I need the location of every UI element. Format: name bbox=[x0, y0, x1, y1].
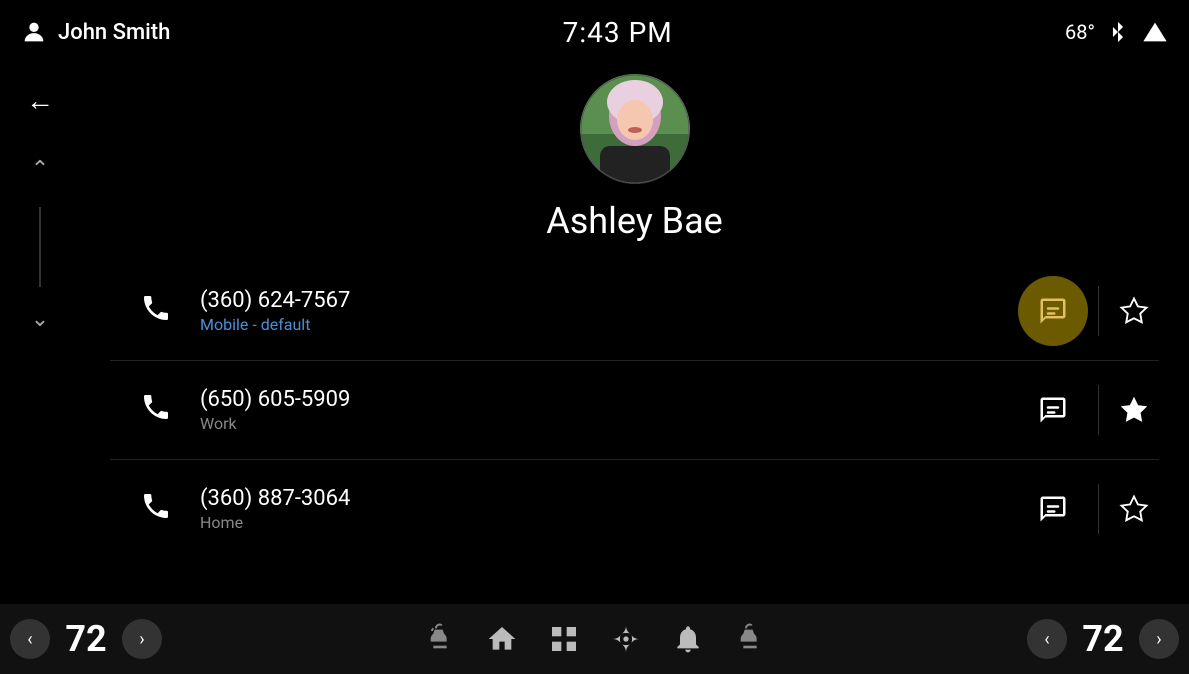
temperature-display: 68° bbox=[1065, 20, 1095, 44]
fan-icon[interactable] bbox=[610, 623, 642, 655]
status-bar: John Smith 7:43 PM 68° bbox=[0, 0, 1189, 64]
status-left: John Smith bbox=[20, 18, 170, 46]
right-temp-decrease[interactable]: ‹ bbox=[1027, 619, 1067, 659]
phone-label-3: Home bbox=[200, 513, 998, 532]
phone-details-2: (650) 605-5909 Work bbox=[200, 387, 998, 433]
home-icon[interactable] bbox=[486, 623, 518, 655]
phone-number-3[interactable]: (360) 887-3064 bbox=[200, 486, 998, 511]
favorite-button-3[interactable] bbox=[1109, 484, 1159, 534]
notification-bell-icon[interactable] bbox=[672, 623, 704, 655]
signal-icon bbox=[1141, 18, 1169, 46]
bluetooth-icon bbox=[1107, 18, 1129, 46]
apps-grid-icon[interactable] bbox=[548, 623, 580, 655]
phone-number-2[interactable]: (650) 605-5909 bbox=[200, 387, 998, 412]
phone-label-1: Mobile - default bbox=[200, 315, 998, 334]
contact-avatar bbox=[580, 74, 690, 184]
phone-icon-2 bbox=[140, 391, 180, 430]
seat-heat-left-icon[interactable] bbox=[424, 623, 456, 655]
back-button[interactable]: ← bbox=[26, 84, 54, 117]
phone-actions-2 bbox=[1018, 375, 1159, 445]
bottom-center-icons bbox=[424, 623, 766, 655]
contact-area: Ashley Bae (360) 624-7567 Mobile - defau… bbox=[80, 64, 1189, 604]
message-button-2[interactable] bbox=[1018, 375, 1088, 445]
left-panel: ← ⌃ ⌄ bbox=[0, 64, 80, 604]
left-temp-control: ‹ 72 › bbox=[10, 618, 162, 660]
phone-details-1: (360) 624-7567 Mobile - default bbox=[200, 288, 998, 334]
phone-icon-3 bbox=[140, 490, 180, 529]
divider-1 bbox=[1098, 286, 1099, 336]
left-temp-decrease[interactable]: ‹ bbox=[10, 619, 50, 659]
left-divider bbox=[39, 207, 41, 287]
scroll-up-button[interactable]: ⌃ bbox=[31, 157, 49, 182]
right-temp-control: ‹ 72 › bbox=[1027, 618, 1179, 660]
bottom-bar: ‹ 72 › bbox=[0, 604, 1189, 674]
scroll-down-button[interactable]: ⌄ bbox=[31, 307, 49, 332]
phone-icon-1 bbox=[140, 292, 180, 331]
message-button-3[interactable] bbox=[1018, 474, 1088, 544]
divider-2 bbox=[1098, 385, 1099, 435]
favorite-button-2[interactable] bbox=[1109, 385, 1159, 435]
phone-label-2: Work bbox=[200, 414, 998, 433]
right-temp-increase[interactable]: › bbox=[1139, 619, 1179, 659]
seat-heat-right-icon[interactable] bbox=[734, 623, 766, 655]
divider-3 bbox=[1098, 484, 1099, 534]
left-temp-value: 72 bbox=[56, 618, 116, 660]
favorite-button-1[interactable] bbox=[1109, 286, 1159, 336]
clock: 7:43 PM bbox=[563, 16, 673, 49]
user-name: John Smith bbox=[58, 20, 170, 45]
contact-name: Ashley Bae bbox=[546, 200, 723, 242]
message-button-1[interactable] bbox=[1018, 276, 1088, 346]
phone-actions-1 bbox=[1018, 276, 1159, 346]
phone-number-1[interactable]: (360) 624-7567 bbox=[200, 288, 998, 313]
right-temp-value: 72 bbox=[1073, 618, 1133, 660]
left-temp-increase[interactable]: › bbox=[122, 619, 162, 659]
main-content: ← ⌃ ⌄ bbox=[0, 64, 1189, 604]
phone-actions-3 bbox=[1018, 474, 1159, 544]
phone-row-3: (360) 887-3064 Home bbox=[80, 460, 1189, 558]
phone-row-2: (650) 605-5909 Work bbox=[80, 361, 1189, 459]
phone-list: (360) 624-7567 Mobile - default bbox=[80, 262, 1189, 558]
user-icon bbox=[20, 18, 48, 46]
phone-details-3: (360) 887-3064 Home bbox=[200, 486, 998, 532]
status-right: 68° bbox=[1065, 18, 1169, 46]
phone-row: (360) 624-7567 Mobile - default bbox=[80, 262, 1189, 360]
